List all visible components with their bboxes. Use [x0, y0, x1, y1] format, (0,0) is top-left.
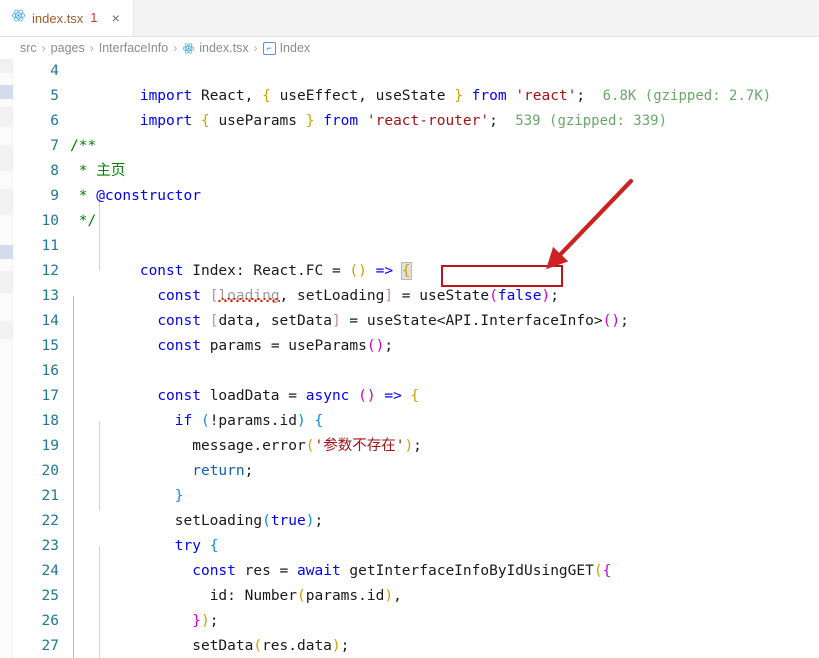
line-number-row: 17: [41, 388, 59, 404]
breadcrumb-label: index.tsx: [199, 41, 249, 55]
breadcrumb: src › pages › InterfaceInfo › index.tsx …: [0, 37, 819, 59]
line-number-row: 15: [41, 338, 59, 354]
line-number-row: 22: [41, 513, 59, 529]
breadcrumb-item-src[interactable]: src: [20, 41, 37, 55]
line-number-row: 26: [41, 613, 59, 629]
line-number-row: 9: [50, 188, 59, 204]
token-jsdoc-constructor: @constructor: [96, 188, 201, 204]
breadcrumb-item-interfaceinfo[interactable]: InterfaceInfo: [99, 41, 169, 55]
line-number-row: 25: [41, 588, 59, 604]
editor-tab-bar: index.tsx 1 ×: [0, 0, 819, 37]
vscode-window: index.tsx 1 × src › pages › InterfaceInf…: [0, 0, 819, 658]
breadcrumb-label: pages: [50, 41, 85, 55]
line-number-row: 18: [41, 413, 59, 429]
breadcrumb-item-pages[interactable]: pages: [51, 41, 85, 55]
code-line[interactable]: const Index: React.FC = () => {: [70, 234, 819, 280]
breadcrumb-item-index-symbol[interactable]: ⌐ Index: [262, 41, 311, 55]
code-line[interactable]: * 主页: [70, 159, 819, 184]
line-number-row: 19: [41, 438, 59, 454]
line-number-row: 10: [41, 213, 59, 229]
code-line[interactable]: const params = useParams();: [70, 309, 819, 354]
token-jsdoc-open: /**: [70, 138, 97, 154]
breadcrumb-separator: ›: [253, 41, 258, 55]
code-line[interactable]: }: [70, 459, 819, 504]
token-jsdoc-close: */: [70, 213, 97, 229]
token-jsdoc-star: *: [70, 188, 97, 204]
line-number-row: 7: [50, 138, 59, 154]
code-line[interactable]: const loadData = async () => {: [70, 359, 819, 404]
breadcrumb-label: InterfaceInfo: [98, 41, 169, 55]
line-number-row: 11: [41, 238, 59, 254]
tab-problem-badge: 1: [90, 11, 98, 25]
line-number-row: 20: [41, 463, 59, 479]
code-line[interactable]: } catch (error: any) {: [70, 634, 819, 658]
editor-code-area[interactable]: import React, { useEffect, useState } fr…: [70, 59, 819, 658]
token-jsdoc-zhuye: * 主页: [70, 163, 126, 179]
code-line-blank[interactable]: [70, 109, 819, 134]
code-line[interactable]: */: [70, 209, 819, 234]
editor-tab-index-tsx[interactable]: index.tsx 1 ×: [0, 0, 135, 36]
line-number-row: 16: [41, 363, 59, 379]
code-line[interactable]: id: Number(params.id),: [70, 559, 819, 604]
line-number-row: 6: [50, 113, 59, 129]
line-number-row: 12: [41, 263, 59, 279]
breadcrumb-label: Index: [279, 41, 311, 55]
tab-label: index.tsx: [32, 10, 84, 26]
code-line[interactable]: message.error('参数不存在');: [70, 409, 819, 454]
tab-bar-empty-area: [134, 0, 819, 36]
breadcrumb-separator: ›: [41, 41, 46, 55]
line-number-row: 27: [41, 638, 59, 654]
code-line[interactable]: return;: [70, 434, 819, 479]
line-number-row: 21: [41, 488, 59, 504]
breadcrumb-label: src: [20, 41, 37, 55]
code-line[interactable]: setData(res.data);: [70, 609, 819, 654]
editor-gutter: 4 5 6 7 8 9 10 11 12 13 14 15 16 17 18 1…: [13, 59, 70, 658]
code-line[interactable]: * @constructor: [70, 184, 819, 209]
line-number-row: 4: [50, 63, 59, 79]
breadcrumb-item-index-tsx[interactable]: index.tsx: [182, 41, 249, 55]
symbol-variable-icon: ⌐: [262, 41, 276, 55]
react-icon: [11, 8, 26, 28]
code-line[interactable]: /**: [70, 134, 819, 159]
code-line[interactable]: const [data, setData] = useState<API.Int…: [70, 284, 819, 329]
code-line[interactable]: const [loading, setLoading] = useState(f…: [70, 259, 819, 304]
code-line[interactable]: import React, { useEffect, useState } fr…: [70, 59, 819, 104]
line-number-row: 24: [41, 563, 59, 579]
close-icon[interactable]: ×: [107, 10, 124, 27]
line-number-row: 13: [41, 288, 59, 304]
code-line[interactable]: setLoading(true);: [70, 484, 819, 529]
line-number-row: 23: [41, 538, 59, 554]
breadcrumb-separator: ›: [173, 41, 178, 55]
code-line[interactable]: const res = await getInterfaceInfoByIdUs…: [70, 534, 819, 579]
code-line[interactable]: });: [70, 584, 819, 629]
code-editor[interactable]: 4 5 6 7 8 9 10 11 12 13 14 15 16 17 18 1…: [0, 59, 819, 658]
code-line[interactable]: try {: [70, 509, 819, 554]
line-number-row: 8: [50, 163, 59, 179]
react-icon: [182, 42, 195, 55]
line-number-row: 5: [50, 88, 59, 104]
code-line[interactable]: import { useParams } from 'react-router'…: [70, 84, 819, 129]
breadcrumb-separator: ›: [89, 41, 94, 55]
code-line[interactable]: if (!params.id) {: [70, 384, 819, 429]
line-number-row: 14: [41, 313, 59, 329]
code-line-blank[interactable]: [70, 334, 819, 359]
